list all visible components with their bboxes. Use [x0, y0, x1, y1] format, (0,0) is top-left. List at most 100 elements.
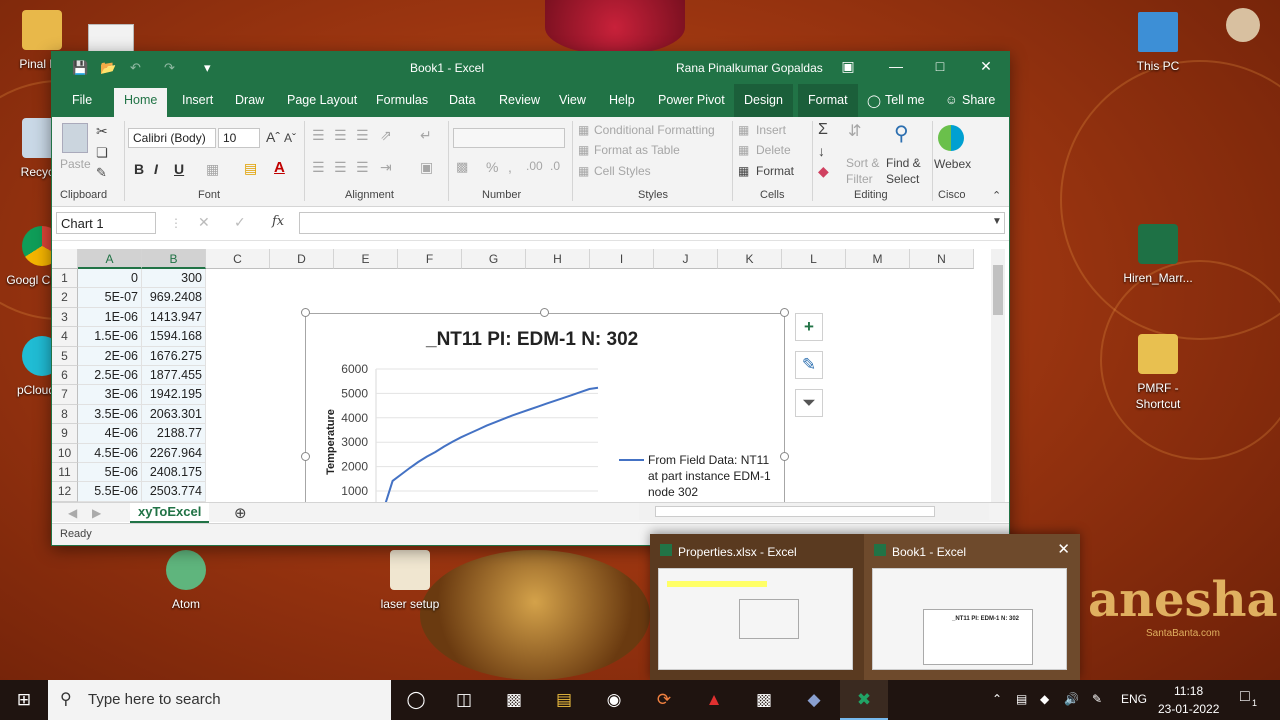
scroll-thumb[interactable] [655, 506, 935, 517]
paste-icon[interactable] [62, 123, 88, 153]
find-select-button[interactable]: Find & Select [886, 155, 930, 187]
document-icon[interactable] [88, 24, 134, 52]
column-header-a[interactable]: A [78, 249, 142, 269]
column-header-k[interactable]: K [718, 249, 782, 269]
desktop-icon-this-pc[interactable]: This PC [1116, 12, 1200, 74]
cell-a[interactable]: 2.5E-06 [78, 366, 142, 386]
italic-icon[interactable]: I [154, 161, 158, 177]
lightbulb-icon[interactable]: ◯ [867, 93, 881, 108]
desktop-icon-atom[interactable]: Atom [144, 550, 228, 612]
autosum-icon[interactable]: Σ [818, 121, 828, 139]
align-middle-icon[interactable]: ☰ [334, 127, 347, 144]
cell-a[interactable]: 4E-06 [78, 424, 142, 444]
desktop-icon-pmrf-shortcut[interactable]: PMRF - Shortcut [1116, 334, 1200, 412]
pen-icon[interactable]: ✎ [1092, 692, 1102, 706]
tab-page-layout[interactable]: Page Layout [287, 93, 357, 107]
column-header-h[interactable]: H [526, 249, 590, 269]
windows-start-icon[interactable]: ⊞ [0, 680, 48, 720]
indent-icon[interactable]: ⇥ [380, 159, 392, 176]
column-header-d[interactable]: D [270, 249, 334, 269]
network-icon[interactable]: ▤ [1016, 692, 1027, 706]
horizontal-scrollbar[interactable] [639, 503, 989, 520]
minimize-button[interactable]: — [886, 58, 906, 74]
worksheet-grid[interactable]: A B C D E F G H I J K L M N 1 0 300 2 5E-07 9… [52, 249, 990, 502]
desktop-icon-laser-setup[interactable]: laser setup [368, 550, 452, 612]
name-box[interactable]: Chart 1 [56, 212, 156, 234]
cortana-icon[interactable]: ◯ [392, 680, 440, 720]
expand-formula-icon[interactable]: ▼ [992, 216, 1002, 227]
underline-icon[interactable]: U [174, 161, 184, 177]
row-header[interactable]: 6 [52, 366, 78, 386]
cell-a[interactable]: 1.5E-06 [78, 327, 142, 347]
sheet-scroll-left-icon[interactable]: ◀ [68, 506, 77, 520]
maximize-button[interactable]: □ [930, 58, 950, 74]
tab-format[interactable]: Format [798, 84, 858, 117]
cell-b[interactable]: 2188.77 [142, 424, 206, 444]
cell-b[interactable]: 2267.964 [142, 443, 206, 463]
excel-taskbar-icon[interactable]: ✖ [840, 680, 888, 720]
close-button[interactable]: ✕ [976, 58, 996, 75]
cell-a[interactable]: 5.5E-06 [78, 482, 142, 502]
tab-review[interactable]: Review [499, 93, 540, 107]
cell-b[interactable]: 1594.168 [142, 327, 206, 347]
increase-font-icon[interactable]: Aˆ [266, 129, 280, 145]
format-painter-icon[interactable]: ✎ [96, 165, 107, 181]
column-header-n[interactable]: N [910, 249, 974, 269]
tab-insert[interactable]: Insert [182, 93, 213, 107]
row-header[interactable]: 2 [52, 288, 78, 308]
paste-button[interactable]: Paste [60, 157, 91, 171]
title-bar[interactable]: 💾 📂 ↶ ↷ ▾ Book1 - Excel Rana Pinalkumar … [52, 52, 1009, 84]
tab-draw[interactable]: Draw [235, 93, 264, 107]
cell-b[interactable]: 2063.301 [142, 404, 206, 425]
decrease-font-icon[interactable]: Aˇ [284, 131, 296, 145]
taskbar-search[interactable]: ⚲ Type here to search [48, 680, 391, 720]
column-header-i[interactable]: I [590, 249, 654, 269]
sheet-tab-xytoexcel[interactable]: xyToExcel [130, 503, 210, 523]
align-center-icon[interactable]: ☰ [334, 159, 347, 176]
tab-power-pivot[interactable]: Power Pivot [658, 93, 725, 107]
tab-view[interactable]: View [559, 93, 586, 107]
align-top-icon[interactable]: ☰ [312, 127, 325, 144]
borders-icon[interactable]: ▦ [206, 161, 219, 178]
dropbox-icon[interactable]: ◆ [1040, 692, 1049, 706]
tab-file[interactable]: File [72, 93, 92, 107]
font-color-icon[interactable]: A [274, 159, 285, 176]
cell-b[interactable]: 1942.195 [142, 385, 206, 405]
column-header-m[interactable]: M [846, 249, 910, 269]
font-name-select[interactable]: Calibri (Body) [128, 128, 216, 148]
row-header[interactable]: 5 [52, 346, 78, 366]
chrome-icon[interactable]: ◉ [590, 680, 638, 720]
column-header-e[interactable]: E [334, 249, 398, 269]
row-header[interactable]: 8 [52, 404, 78, 425]
desktop-icon-hiren[interactable]: Hiren_Marr... [1116, 224, 1200, 286]
tab-data[interactable]: Data [449, 93, 475, 107]
chart-elements-button[interactable]: + [795, 313, 823, 341]
row-header[interactable]: 3 [52, 307, 78, 328]
tab-formulas[interactable]: Formulas [376, 93, 428, 107]
format-as-table-button[interactable]: Format as Table [594, 143, 680, 157]
sort-filter-button[interactable]: Sort & Filter [846, 155, 888, 187]
cell-b[interactable]: 300 [142, 269, 206, 289]
sheet-scroll-right-icon[interactable]: ▶ [92, 506, 101, 520]
accounting-icon[interactable]: ▩ [456, 159, 468, 175]
cell-b[interactable]: 2408.175 [142, 463, 206, 483]
cell-a[interactable]: 2E-06 [78, 346, 142, 366]
collapse-ribbon-icon[interactable]: ⌃ [992, 189, 1001, 202]
notification-icon[interactable]: □ [1240, 688, 1250, 706]
insert-function-button[interactable]: fx [272, 214, 284, 229]
file-explorer-icon[interactable]: ▤ [540, 680, 588, 720]
row-header[interactable]: 9 [52, 424, 78, 444]
preview-item-book1[interactable]: Book1 - Excel ✕ _NT11 PI: EDM-1 N: 302 [864, 534, 1080, 680]
fill-color-icon[interactable]: ▤ [244, 160, 257, 177]
person-icon[interactable]: ☺ [945, 93, 958, 107]
tab-home[interactable]: Home [114, 88, 168, 117]
cell-a[interactable]: 1E-06 [78, 307, 142, 328]
select-all-corner[interactable] [52, 249, 78, 269]
cell-a[interactable]: 0 [78, 269, 142, 289]
cell-b[interactable]: 1877.455 [142, 366, 206, 386]
chart-filters-button[interactable]: ⏷ [795, 389, 823, 417]
row-header[interactable]: 10 [52, 443, 78, 463]
align-left-icon[interactable]: ☰ [312, 159, 325, 176]
row-header[interactable]: 4 [52, 327, 78, 347]
cell-b[interactable]: 969.2408 [142, 288, 206, 308]
